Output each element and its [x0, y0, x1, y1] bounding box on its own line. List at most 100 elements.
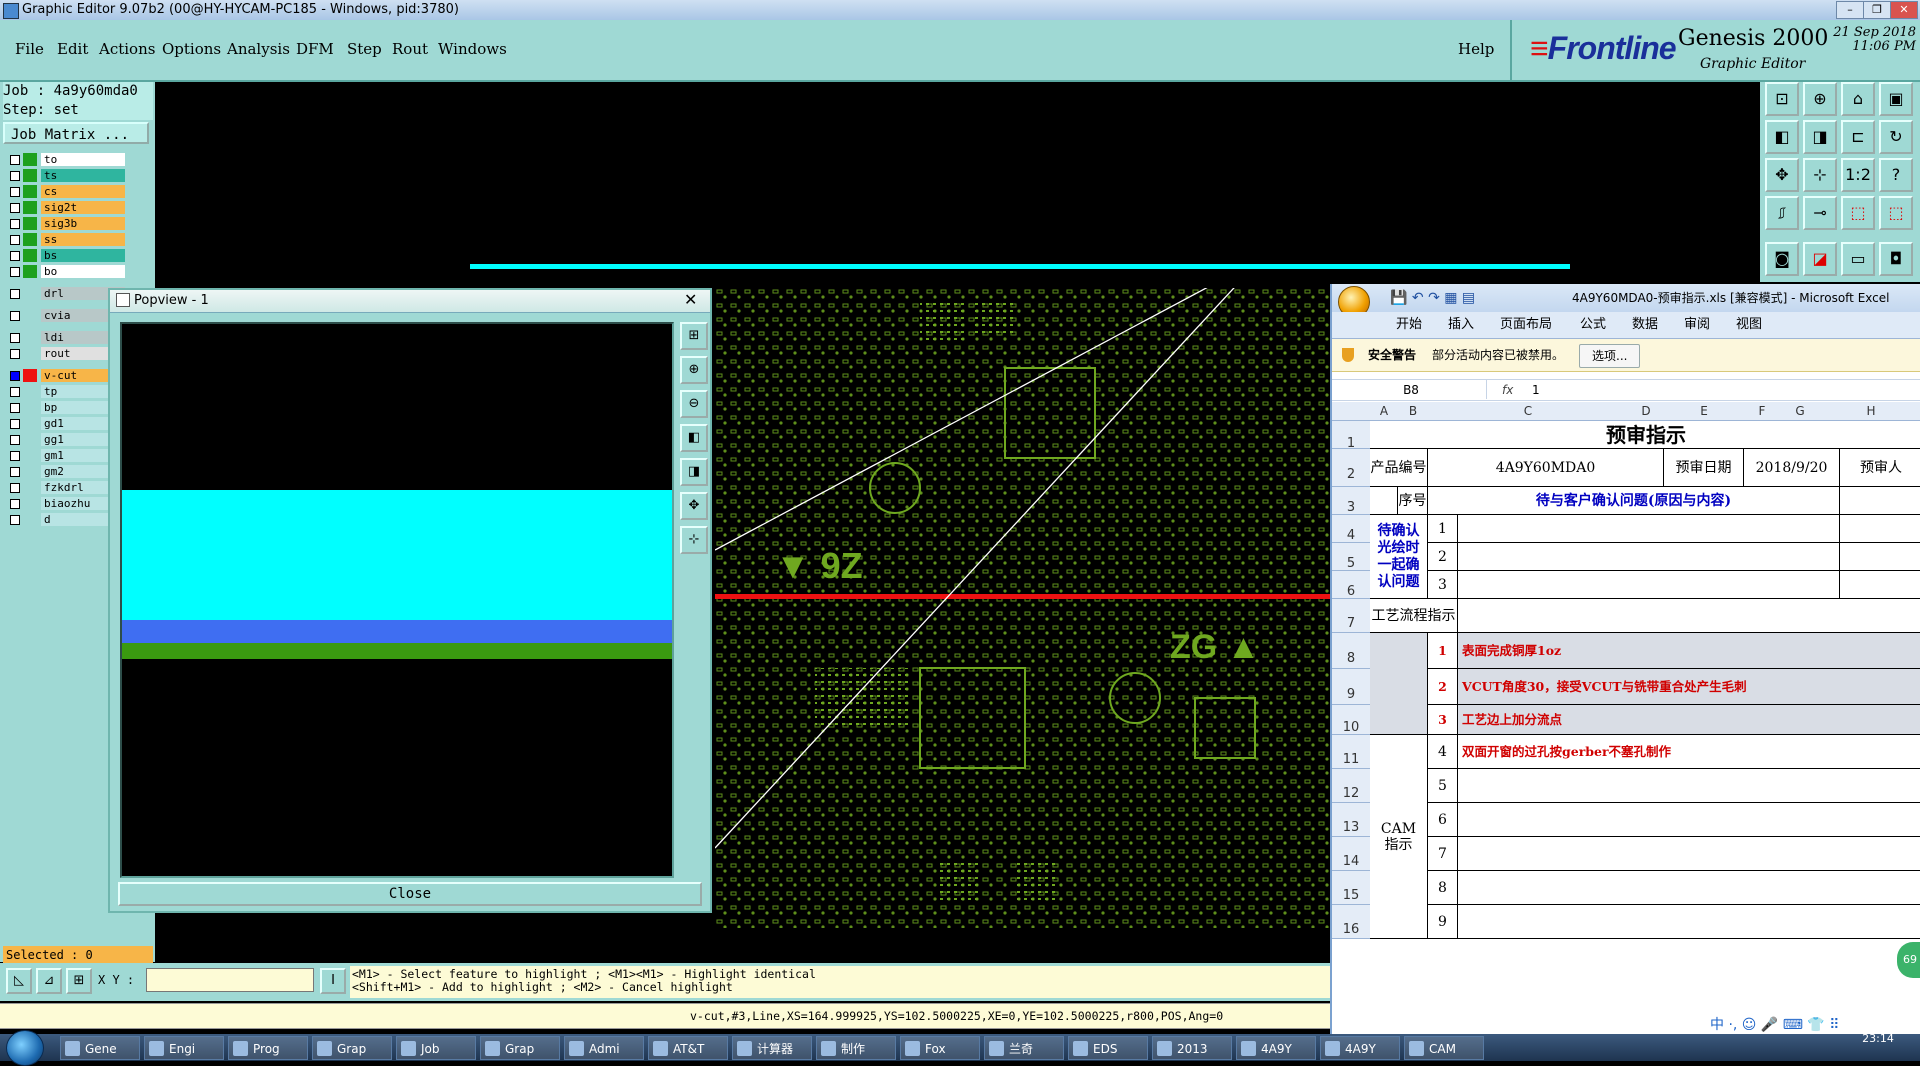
tab-insert[interactable]: 插入 — [1448, 312, 1474, 338]
pan-right-icon[interactable]: ◨ — [680, 458, 708, 486]
camera-icon[interactable]: ◙ — [1765, 242, 1799, 276]
taskbar-item[interactable]: Job — [396, 1036, 476, 1060]
layer-color-swatch[interactable] — [23, 481, 37, 494]
snap-icon[interactable]: ⊏ — [1841, 120, 1875, 154]
date-value-cell[interactable]: 2018/9/20 — [1744, 449, 1840, 487]
layer-name[interactable]: cs — [41, 185, 125, 198]
taskbar-item[interactable]: Admi — [564, 1036, 644, 1060]
layer-row-cs[interactable]: cs — [3, 184, 155, 200]
menu-rout[interactable]: Rout — [392, 40, 428, 58]
layer-name[interactable]: sig3b — [41, 217, 125, 230]
row-header-11[interactable]: 11 — [1332, 735, 1370, 769]
pan-left-icon[interactable]: ◧ — [680, 424, 708, 452]
layer-checkbox[interactable] — [10, 483, 20, 493]
taskbar-item[interactable]: 计算器 — [732, 1036, 812, 1060]
fx-icon[interactable]: fx — [1502, 380, 1513, 400]
sheet-grid[interactable]: 1 2 3 4 5 6 7 8 9 10 11 12 13 14 15 16 预… — [1332, 421, 1920, 1034]
fit-icon[interactable]: ✥ — [1765, 158, 1799, 192]
snap-mode-icon[interactable]: ⊿ — [36, 968, 62, 994]
layer-color-swatch[interactable] — [23, 217, 37, 230]
layer-color-swatch[interactable] — [23, 309, 37, 322]
cam-text-5[interactable] — [1458, 769, 1920, 803]
taskbar-item[interactable]: Grap — [312, 1036, 392, 1060]
center-icon[interactable]: ⊹ — [1803, 158, 1837, 192]
popview-title-bar[interactable]: Popview - 1 ✕ — [110, 290, 710, 313]
layer-checkbox[interactable] — [10, 219, 20, 229]
taskbar-item[interactable]: 4A9Y — [1320, 1036, 1400, 1060]
layer-name[interactable]: ts — [41, 169, 125, 182]
layer-checkbox[interactable] — [10, 171, 20, 181]
taskbar-clock[interactable]: 23:14 — [1838, 1032, 1918, 1045]
issue-text-2[interactable] — [1458, 543, 1840, 571]
tab-review[interactable]: 审阅 — [1684, 312, 1710, 338]
menu-step[interactable]: Step — [347, 40, 382, 58]
row-header-7[interactable]: 7 — [1332, 599, 1370, 633]
layer-checkbox[interactable] — [10, 187, 20, 197]
layer-name[interactable]: bs — [41, 249, 125, 262]
cam-text-7[interactable] — [1458, 837, 1920, 871]
pan-right-icon[interactable]: ◨ — [1803, 120, 1837, 154]
layer-name[interactable]: to — [41, 153, 125, 166]
pcb-view[interactable]: ▼ 9Z ZG ▲ — [715, 288, 1330, 928]
taskbar-item[interactable]: EDS — [1068, 1036, 1148, 1060]
measure-icon[interactable]: ⎎ — [1765, 196, 1799, 230]
ime-toolbar[interactable]: 中 ·, ☺ 🎤 ⌨ 👕 ⠿ — [1710, 1014, 1920, 1034]
formula-input[interactable]: 1 — [1532, 380, 1540, 400]
redraw-icon[interactable]: ↻ — [1879, 120, 1913, 154]
quick-access-icons[interactable]: 💾 ↶ ↷ ▦ ▤ — [1390, 284, 1475, 312]
ruler-icon[interactable]: ▭ — [1841, 242, 1875, 276]
layer-checkbox[interactable] — [10, 267, 20, 277]
menu-analysis[interactable]: Analysis — [227, 40, 290, 58]
frame-icon[interactable]: ◘ — [1879, 242, 1913, 276]
draw-icon[interactable]: ◪ — [1803, 242, 1837, 276]
layer-color-swatch[interactable] — [23, 385, 37, 398]
layer-color-swatch[interactable] — [23, 497, 37, 510]
notification-badge[interactable]: 69 — [1897, 942, 1920, 978]
cam-num-9[interactable]: 9 — [1428, 905, 1458, 939]
zoom-home-icon[interactable]: ⊡ — [1765, 82, 1799, 116]
layer-name[interactable]: ss — [41, 233, 125, 246]
layer-checkbox[interactable] — [10, 349, 20, 359]
process-label-cell[interactable]: 工艺流程指示 — [1370, 599, 1458, 633]
home-icon[interactable]: ⌂ — [1841, 82, 1875, 116]
zoom-fit-icon[interactable]: ⊞ — [680, 322, 708, 350]
layer-color-swatch[interactable] — [23, 249, 37, 262]
highlight-icon[interactable]: ⬚ — [1841, 196, 1875, 230]
row-header-1[interactable]: 1 — [1332, 421, 1370, 451]
zoom-out-icon[interactable]: ⊖ — [680, 390, 708, 418]
cam-num-5[interactable]: 5 — [1428, 769, 1458, 803]
menu-dfm[interactable]: DFM — [296, 40, 334, 58]
layer-checkbox[interactable] — [10, 333, 20, 343]
layer-checkbox[interactable] — [10, 311, 20, 321]
cam-num-6[interactable]: 6 — [1428, 803, 1458, 837]
zoom-in-icon[interactable]: ⊕ — [680, 356, 708, 384]
layer-color-swatch[interactable] — [23, 513, 37, 526]
layer-color-swatch[interactable] — [23, 449, 37, 462]
layer-checkbox[interactable] — [10, 435, 20, 445]
layer-row-bs[interactable]: bs — [3, 248, 155, 264]
taskbar-item[interactable]: Gene — [60, 1036, 140, 1060]
taskbar-item[interactable]: CAM — [1404, 1036, 1484, 1060]
pan-left-icon[interactable]: ◧ — [1765, 120, 1799, 154]
product-label-cell[interactable]: 产品编号 — [1370, 449, 1428, 487]
row-header-5[interactable]: 5 — [1332, 543, 1370, 571]
layer-color-swatch[interactable] — [23, 347, 37, 360]
layer-checkbox[interactable] — [10, 371, 20, 381]
col-g[interactable]: G — [1780, 402, 1820, 420]
taskbar-item[interactable]: AT&T — [648, 1036, 728, 1060]
job-matrix-button[interactable]: Job Matrix ... — [3, 122, 149, 144]
name-box[interactable]: B8 — [1336, 380, 1487, 399]
select-mode-icon[interactable]: ◺ — [6, 968, 32, 994]
col-h[interactable]: H — [1820, 402, 1920, 420]
layer-name[interactable]: bo — [41, 265, 125, 278]
highlight-all-icon[interactable]: ⬚ — [1879, 196, 1913, 230]
tab-view[interactable]: 视图 — [1736, 312, 1762, 338]
layer-color-swatch[interactable] — [23, 465, 37, 478]
menu-windows[interactable]: Windows — [438, 40, 507, 58]
layer-checkbox[interactable] — [10, 251, 20, 261]
vcut-line-middle[interactable] — [715, 594, 1330, 599]
maximize-button[interactable]: ❐ — [1863, 1, 1891, 19]
row-header-8[interactable]: 8 — [1332, 633, 1370, 669]
row-header-3[interactable]: 3 — [1332, 487, 1370, 515]
row-header-16[interactable]: 16 — [1332, 905, 1370, 939]
